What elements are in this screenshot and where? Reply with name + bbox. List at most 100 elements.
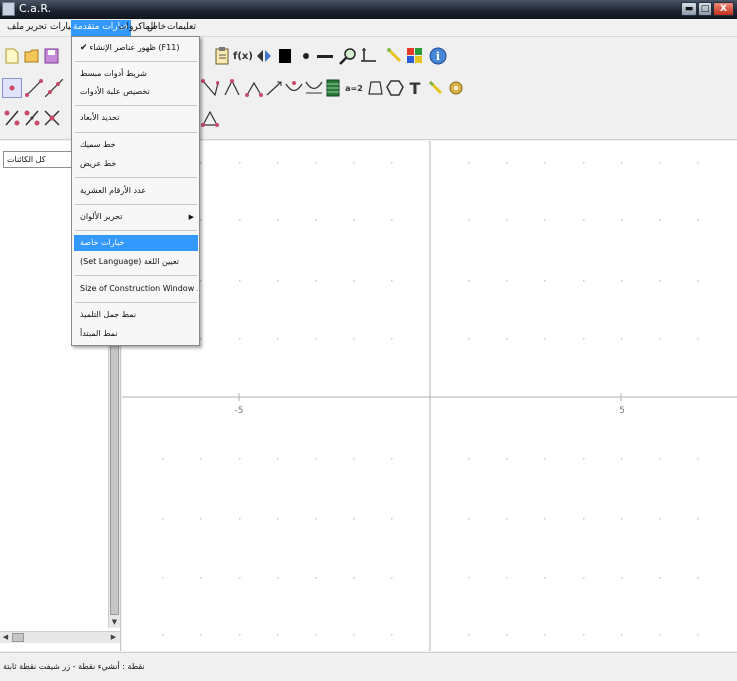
grid-dot xyxy=(391,518,393,520)
cross-icon[interactable] xyxy=(42,108,62,128)
point-tool-icon[interactable] xyxy=(2,78,22,98)
menu-bar: ملف تحرير خيارات خيارات متقدمة الماكروات… xyxy=(0,19,737,37)
window-title: C.a.R. xyxy=(19,2,52,15)
grid-dot xyxy=(200,458,202,460)
black-square-icon[interactable] xyxy=(275,46,295,66)
grid-dot xyxy=(315,577,317,579)
menu-separator xyxy=(75,230,197,231)
zoom-icon[interactable] xyxy=(338,46,358,66)
quad-shape-icon[interactable] xyxy=(366,78,386,98)
grid-dot xyxy=(353,338,355,340)
grid-dot xyxy=(353,162,355,164)
grid-dot xyxy=(697,518,699,520)
grid-dot xyxy=(277,338,279,340)
grid-dot xyxy=(659,162,661,164)
scroll-right-arrow-icon[interactable]: ▶ xyxy=(108,632,119,643)
grid-dot xyxy=(239,162,241,164)
grid-dot xyxy=(506,280,508,282)
line-dash-icon[interactable] xyxy=(315,46,335,66)
grid-dot xyxy=(315,458,317,460)
curve-icon[interactable] xyxy=(264,78,284,98)
percent-icon[interactable] xyxy=(2,108,22,128)
grid-dot xyxy=(391,162,393,164)
info-icon[interactable]: i xyxy=(428,46,448,66)
menu-item-decimal-digits[interactable]: عدد الأرقام العشرية xyxy=(74,183,198,199)
grid-dot xyxy=(621,219,623,221)
grid-dot xyxy=(353,577,355,579)
grid-dot xyxy=(697,219,699,221)
maximize-button[interactable]: □ xyxy=(698,2,712,16)
grid-dot xyxy=(659,280,661,282)
menu-item-set-language[interactable]: (Set Language) تعيين اللغة xyxy=(74,254,198,270)
point-small-icon[interactable] xyxy=(296,46,316,66)
percent-double-icon[interactable] xyxy=(22,108,42,128)
minimize-button[interactable]: ▬ xyxy=(681,2,697,16)
close-button[interactable]: X xyxy=(713,2,734,16)
axis-icon[interactable] xyxy=(358,46,378,66)
menu-item-beginner-mode[interactable]: نمط المبتدأ xyxy=(74,326,198,342)
grid-dot xyxy=(200,577,202,579)
grid-dot xyxy=(200,219,202,221)
vector-icon[interactable] xyxy=(244,78,264,98)
scroll-down-arrow-icon[interactable]: ▼ xyxy=(109,617,120,628)
grid-tool-icon[interactable] xyxy=(284,78,304,98)
grid-dot xyxy=(621,162,623,164)
function-icon[interactable]: f(x) xyxy=(233,46,253,66)
grid-dot xyxy=(468,280,470,282)
grid-dot xyxy=(583,458,585,460)
menu-item-dimensions[interactable]: تحديد الأبعاد xyxy=(74,110,198,126)
line-tool-icon[interactable] xyxy=(44,78,64,98)
menu-item-student-mode[interactable]: نمط جمل التلميذ xyxy=(74,307,198,323)
menu-separator xyxy=(75,61,197,62)
pencil-color-icon[interactable] xyxy=(385,46,405,66)
assignment-label-icon[interactable]: a=2 xyxy=(344,78,364,98)
grid-dot xyxy=(162,577,164,579)
menu-item-window-size[interactable]: Size of Construction Window ... xyxy=(74,281,198,297)
wand-icon[interactable] xyxy=(426,78,446,98)
grid-dot xyxy=(583,280,585,282)
menu-item-show-construction[interactable]: ✔ ظهور عناصر الإنشاء (F11) xyxy=(74,40,198,56)
menu-item-special-options[interactable]: خيارات خاصة xyxy=(74,235,198,251)
menu-item-thick-line[interactable]: خط سميك xyxy=(74,137,198,153)
clipboard-icon[interactable] xyxy=(212,46,232,66)
horizontal-scrollbar[interactable]: ◀ ▶ xyxy=(0,631,120,643)
grid-dot xyxy=(621,458,623,460)
triangle-icon[interactable] xyxy=(200,108,220,128)
mirror-icon[interactable] xyxy=(254,46,274,66)
grid-dot xyxy=(697,458,699,460)
grid-dot xyxy=(544,338,546,340)
open-file-icon[interactable] xyxy=(22,46,42,66)
menu-help[interactable]: تعليمات xyxy=(165,21,198,36)
construction-canvas[interactable]: -5 5 xyxy=(122,141,737,651)
grid-dot xyxy=(315,338,317,340)
save-icon[interactable] xyxy=(42,46,62,66)
polygon-icon[interactable] xyxy=(222,78,242,98)
menu-edit[interactable]: تحرير xyxy=(24,21,49,36)
horizontal-scroll-thumb[interactable] xyxy=(12,633,24,642)
new-file-icon[interactable] xyxy=(2,46,22,66)
grid-dot xyxy=(468,219,470,221)
color-grid-icon[interactable] xyxy=(405,46,425,66)
menu-separator xyxy=(75,204,197,205)
grid-dot xyxy=(391,338,393,340)
gear-icon[interactable] xyxy=(446,78,466,98)
angle-icon[interactable] xyxy=(200,78,220,98)
grid-dot xyxy=(391,634,393,636)
status-bar: نقطة : أنشيء نقطة - زر شيفت نقطة ثابتة xyxy=(0,652,737,681)
grid-dot xyxy=(200,162,202,164)
grid-dot xyxy=(659,458,661,460)
menu-item-customize-toolbox[interactable]: تخصيص علبة الأدوات xyxy=(74,84,198,100)
scroll-left-arrow-icon[interactable]: ◀ xyxy=(0,632,11,643)
menu-item-simple-toolbar[interactable]: شريط أدوات مبسط xyxy=(74,66,198,82)
menu-item-wide-line[interactable]: خط عريض xyxy=(74,156,198,172)
circle-tool-icon[interactable] xyxy=(385,78,405,98)
grid-dot xyxy=(506,458,508,460)
segment-icon[interactable] xyxy=(24,78,44,98)
grid-dot xyxy=(315,219,317,221)
grid-dot xyxy=(391,280,393,282)
menu-file[interactable]: ملف xyxy=(5,21,26,36)
menu-item-edit-colors[interactable]: تحرير الألوان ▶ xyxy=(74,209,198,225)
text-icon[interactable]: T xyxy=(405,78,425,98)
assignment-icon[interactable] xyxy=(304,78,324,98)
quad-icon[interactable] xyxy=(323,78,343,98)
